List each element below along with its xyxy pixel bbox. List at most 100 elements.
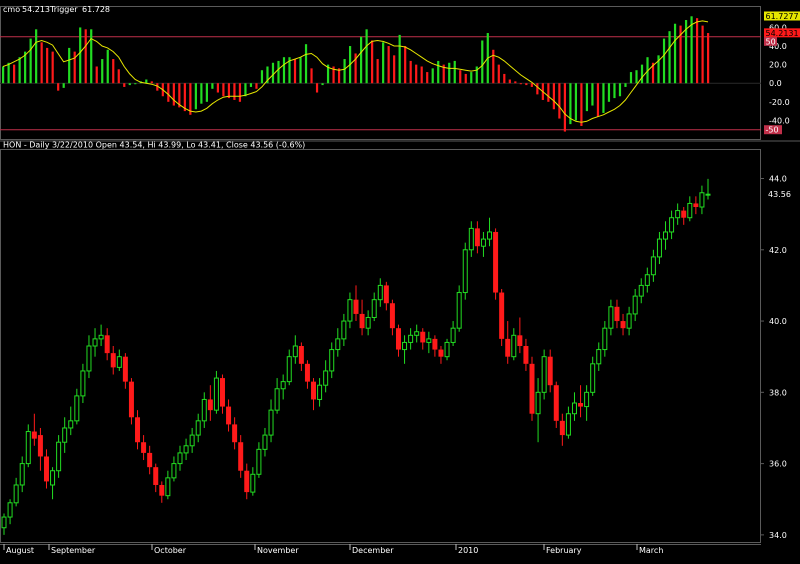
cmo-bar [205, 83, 208, 102]
cmo-bar [167, 83, 170, 102]
candle-body-up [323, 370, 329, 386]
cmo-bar [470, 72, 473, 84]
cmo-bar [343, 59, 346, 84]
candle-body-down [128, 381, 134, 418]
cmo-bar [200, 83, 203, 104]
cmo-bar [238, 83, 242, 102]
cmo-bar [563, 83, 566, 132]
cmo-bar [189, 83, 192, 115]
cmo-bar [536, 83, 539, 95]
osc-header-trigger-value: 61.728 [82, 5, 110, 14]
candle-body-down [147, 452, 153, 468]
candle-body-up [638, 284, 644, 297]
candle-body-up [62, 427, 68, 443]
cmo-bar [707, 33, 710, 84]
cmo-bar [123, 83, 126, 87]
price-tick-label: 44.0 [769, 175, 787, 184]
candle-body-down [420, 331, 426, 343]
candle-body-up [80, 370, 86, 397]
cmo-bar [376, 59, 379, 84]
candle-body-up [650, 256, 656, 276]
cmo-bar [552, 83, 555, 110]
candle-body-up [462, 249, 468, 294]
candle-body-down [37, 435, 43, 457]
candle-body-down [141, 442, 147, 453]
candle-body-up [341, 320, 347, 340]
candle-body-up [335, 338, 341, 351]
candle-body-up [262, 434, 268, 450]
cmo-bar [453, 60, 456, 84]
month-label: September [51, 546, 96, 555]
cmo-bar [2, 66, 5, 84]
candle-body-up [256, 448, 262, 475]
candle-body-up [584, 391, 590, 408]
cmo-bar [558, 83, 561, 119]
cmo-bar [596, 83, 600, 117]
candle-body-down [226, 406, 232, 425]
candle-body-down [578, 403, 584, 407]
cmo-bar [398, 34, 401, 84]
cmo-bar [29, 38, 32, 84]
cmo-bar [409, 60, 412, 84]
candle-body-down [499, 292, 505, 339]
candle-body-down [438, 349, 444, 357]
cmo-bar [255, 83, 258, 89]
cmo-bar [464, 73, 467, 84]
cmo-bar [668, 31, 671, 84]
candle-body-up [608, 306, 614, 329]
price-panel[interactable] [0, 149, 761, 543]
candle-body-down [432, 338, 438, 350]
candle-body-up [535, 391, 541, 415]
candle-body-up [13, 484, 19, 504]
cmo-bar [437, 60, 440, 84]
candle-body-down [135, 417, 141, 443]
candle-body-down [31, 431, 37, 439]
candle-body-up [7, 502, 13, 518]
cmo-bar [73, 51, 76, 84]
month-label: August [6, 546, 34, 555]
cmo-bar [618, 83, 622, 97]
candle-body-down [474, 228, 480, 247]
candle-body-up [675, 210, 681, 219]
candle-body-up [195, 420, 201, 436]
candle-body-up [590, 363, 596, 393]
candle-body-up [596, 349, 602, 365]
cmo-bar [183, 83, 186, 112]
candle-body-down [553, 385, 559, 421]
candle-body-down [110, 353, 116, 368]
candle-body-up [177, 452, 183, 465]
candle-body-up [280, 381, 286, 390]
chart-canvas[interactable]: 60.040.020.00.0-20.0-40.061.727754.21315… [0, 0, 800, 564]
candle-body-up [268, 409, 274, 436]
candle-body-up [511, 334, 517, 358]
cmo-bar [481, 40, 484, 84]
cmo-bar [293, 59, 297, 84]
price-tick-label: 34.0 [769, 531, 787, 540]
candle-body-down [529, 363, 535, 414]
cmo-bar [90, 29, 93, 84]
month-label: February [546, 546, 582, 555]
candle-body-down [547, 356, 553, 386]
candle-body-down [383, 285, 389, 304]
cmo-bar [431, 68, 434, 84]
candle-body-down [614, 306, 620, 322]
candle-body-up [656, 238, 662, 258]
value-tag: 61.7277 [766, 12, 799, 21]
candle-body-up [402, 341, 408, 351]
month-label: October [154, 546, 187, 555]
candle-body-up [25, 431, 31, 465]
price-tick-label: 38.0 [769, 388, 787, 397]
candle-body-up [165, 477, 171, 497]
cmo-bar [695, 18, 699, 84]
cmo-bar [574, 83, 578, 121]
cmo-bar [62, 83, 65, 88]
cmo-bar [404, 46, 407, 84]
candle-body-down [395, 328, 401, 350]
candle-body-up [456, 292, 462, 329]
cmo-bar [580, 83, 583, 126]
cmo-bar [310, 68, 313, 84]
cmo-bar [51, 51, 54, 84]
candle-body-up [663, 231, 669, 240]
candle-body-up [292, 345, 298, 358]
value-tag: -50 [766, 126, 779, 135]
